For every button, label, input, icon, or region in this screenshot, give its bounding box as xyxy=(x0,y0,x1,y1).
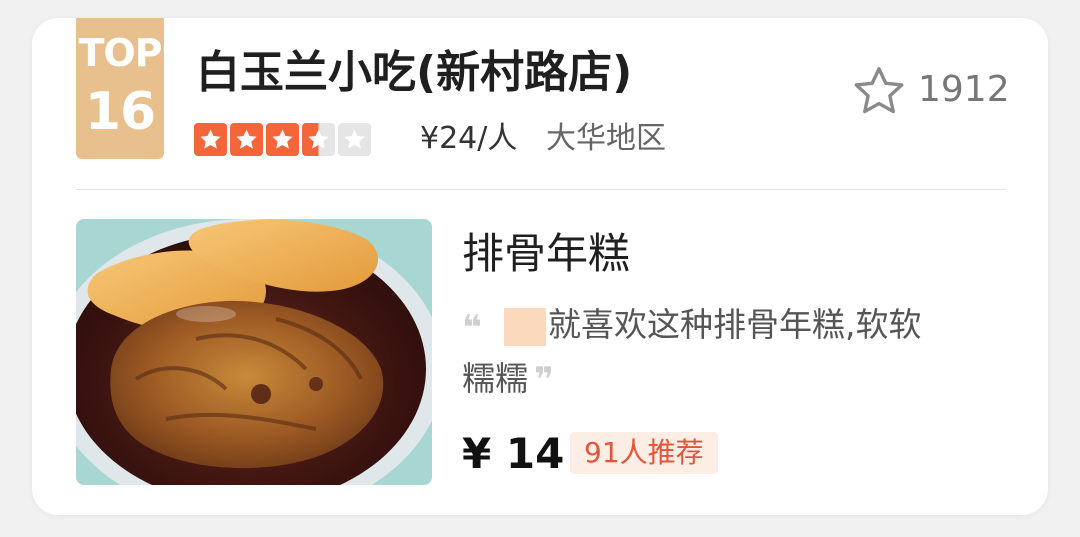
restaurant-card[interactable]: TOP 16 白玉兰小吃(新村路店) ¥24/人 大华地区 1912 排骨年糕 … xyxy=(32,18,1048,515)
divider xyxy=(76,189,1006,190)
rank-number: 16 xyxy=(84,82,156,142)
rating-stars xyxy=(194,123,371,156)
rank-badge: TOP 16 xyxy=(76,18,164,159)
review-text-line2: 糯糯 xyxy=(462,359,528,398)
shop-name[interactable]: 白玉兰小吃(新村路店) xyxy=(196,44,632,102)
reviewer-avatar xyxy=(504,308,546,346)
favorite-count: 1912 xyxy=(918,69,1010,110)
price-per-person: ¥24/人 xyxy=(420,121,518,156)
dish-photo[interactable] xyxy=(76,219,432,485)
star-icon xyxy=(230,123,263,156)
quote-close-icon: ❞ xyxy=(534,360,554,400)
rank-label: TOP xyxy=(78,31,162,75)
star-outline-icon[interactable] xyxy=(850,62,908,120)
quote-open-icon: ❝ xyxy=(462,308,482,348)
half-star-icon xyxy=(302,123,335,156)
dish-price: ¥ 14 xyxy=(462,429,565,478)
empty-star-icon xyxy=(338,123,371,156)
area-label[interactable]: 大华地区 xyxy=(546,118,666,160)
dish-name[interactable]: 排骨年糕 xyxy=(462,226,630,282)
recommend-badge: 91人推荐 xyxy=(570,432,718,474)
star-icon xyxy=(266,123,299,156)
star-icon xyxy=(194,123,227,156)
review-text-line1: 就喜欢这种排骨年糕,软软 xyxy=(548,305,922,344)
